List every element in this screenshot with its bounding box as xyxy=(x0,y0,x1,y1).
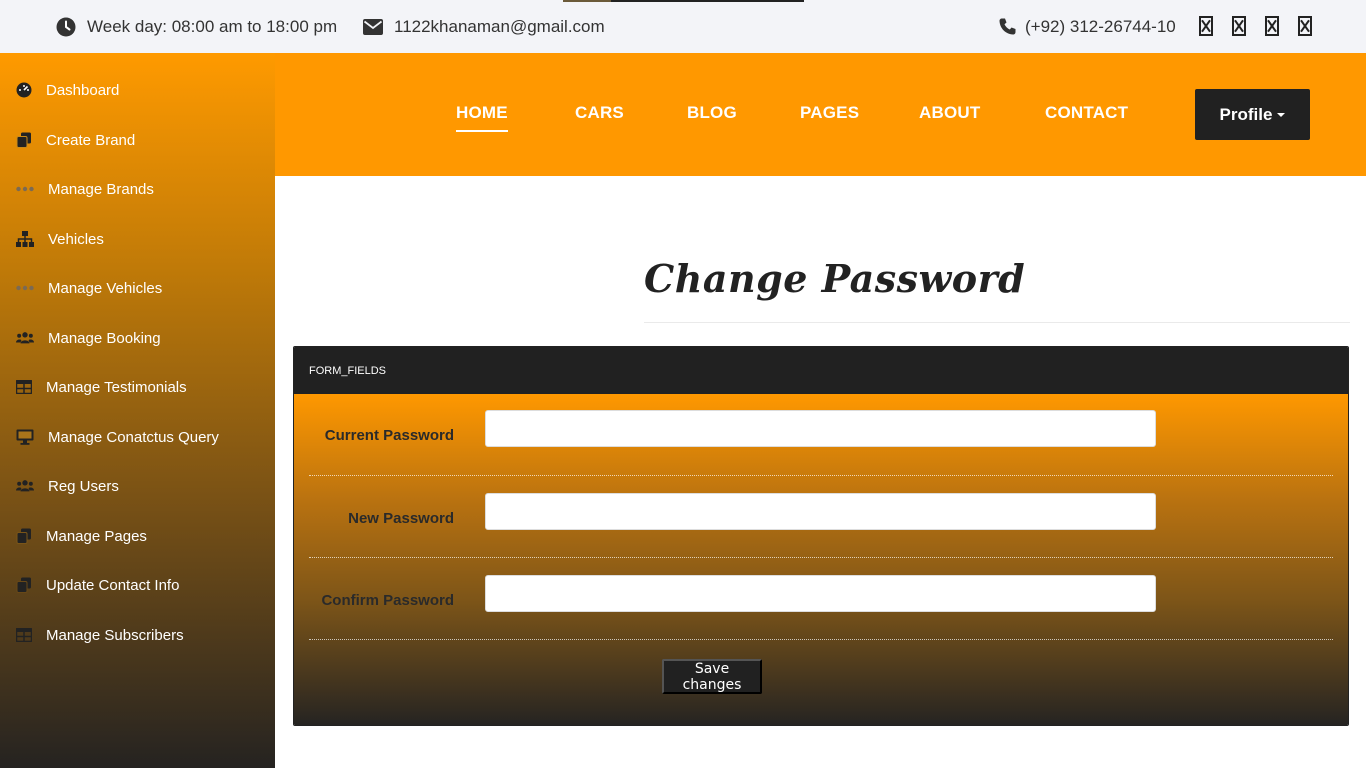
users-icon xyxy=(16,478,34,494)
change-password-panel: FORM_FIELDS Current Password New Passwor… xyxy=(293,346,1349,726)
sidebar-item-label: Manage Testimonials xyxy=(46,378,187,396)
caret-down-icon xyxy=(1277,112,1286,117)
copy-icon xyxy=(16,528,34,544)
email-text: 1122khanaman@gmail.com xyxy=(394,16,605,36)
copy-icon xyxy=(16,132,34,148)
sidebar-item-label: Manage Vehicles xyxy=(48,279,163,297)
copy-icon xyxy=(16,577,34,593)
sidebar-item-reg-users[interactable]: Reg Users xyxy=(16,475,119,497)
sidebar-item-label: Manage Brands xyxy=(48,180,154,198)
envelope-icon xyxy=(363,18,383,35)
sidebar-item-create-brand[interactable]: Create Brand xyxy=(16,129,135,151)
top-info-bar: Week day: 08:00 am to 18:00 pm 1122khana… xyxy=(0,0,1366,53)
table-icon xyxy=(16,379,34,395)
nav-link-blog[interactable]: BLOG xyxy=(687,103,737,123)
sidebar-item-label: Create Brand xyxy=(46,131,136,149)
table-icon xyxy=(16,627,34,643)
sidebar-item-manage-vehicles[interactable]: Manage Vehicles xyxy=(16,277,162,299)
nav-link-about[interactable]: ABOUT xyxy=(919,103,980,123)
form-row-confirm-password: Confirm Password xyxy=(309,558,1333,640)
users-icon xyxy=(16,330,34,346)
sidebar-item-manage-pages[interactable]: Manage Pages xyxy=(16,525,147,547)
change-password-form: Current Password New Password Confirm Pa… xyxy=(294,394,1348,725)
new-password-label: New Password xyxy=(348,510,454,527)
sidebar-item-manage-booking[interactable]: Manage Booking xyxy=(16,327,161,349)
phone-icon xyxy=(999,18,1016,35)
working-hours: Week day: 08:00 am to 18:00 pm xyxy=(56,0,337,53)
confirm-password-label: Confirm Password xyxy=(321,592,454,609)
page-title: Change Password xyxy=(644,256,1026,301)
profile-label: Profile xyxy=(1219,104,1273,124)
social-icon-4[interactable] xyxy=(1298,16,1312,36)
nav-link-contact[interactable]: CONTACT xyxy=(1045,103,1128,123)
sidebar-item-vehicles[interactable]: Vehicles xyxy=(16,228,104,250)
sidebar-item-manage-brands[interactable]: Manage Brands xyxy=(16,178,154,200)
sidebar-item-label: Manage Booking xyxy=(48,329,161,347)
dashboard-icon xyxy=(16,82,34,98)
sidebar-item-dashboard[interactable]: Dashboard xyxy=(16,79,119,101)
admin-sidebar: Dashboard Create Brand Manage Brands Veh… xyxy=(0,53,275,768)
nav-link-pages[interactable]: PAGES xyxy=(800,103,859,123)
confirm-password-input[interactable] xyxy=(485,575,1156,612)
desktop-icon xyxy=(16,429,34,445)
social-icon-3[interactable] xyxy=(1265,16,1279,36)
sidebar-item-label: Update Contact Info xyxy=(46,576,180,594)
profile-dropdown-button[interactable]: Profile xyxy=(1195,89,1310,140)
panel-heading-text: FORM_FIELDS xyxy=(309,364,387,377)
save-changes-button[interactable]: Save changes xyxy=(662,659,762,694)
current-password-label: Current Password xyxy=(324,427,454,444)
sidebar-item-label: Manage Pages xyxy=(46,527,147,545)
sidebar-item-manage-subscribers[interactable]: Manage Subscribers xyxy=(16,624,184,646)
social-icon-2[interactable] xyxy=(1232,16,1246,36)
sidebar-item-manage-contactus-query[interactable]: Manage Conatctus Query xyxy=(16,426,219,448)
contact-email[interactable]: 1122khanaman@gmail.com xyxy=(363,0,605,53)
clock-icon xyxy=(56,17,76,37)
nav-link-cars[interactable]: CARS xyxy=(575,103,624,123)
ellipsis-icon xyxy=(16,280,34,296)
main-header: HOME CARS BLOG PAGES ABOUT CONTACT Profi… xyxy=(275,53,1366,176)
panel-heading: FORM_FIELDS xyxy=(294,347,1348,394)
sidebar-item-label: Manage Subscribers xyxy=(46,626,184,644)
form-row-current-password: Current Password xyxy=(309,394,1333,476)
form-row-new-password: New Password xyxy=(309,476,1333,558)
phone-text: (+92) 312-26744-10 xyxy=(1025,16,1176,36)
ellipsis-icon xyxy=(16,181,34,197)
sidebar-item-update-contact-info[interactable]: Update Contact Info xyxy=(16,574,179,596)
nav-link-home[interactable]: HOME xyxy=(456,103,508,132)
sidebar-item-label: Dashboard xyxy=(46,81,120,99)
current-password-input[interactable] xyxy=(485,410,1156,447)
social-icon-1[interactable] xyxy=(1199,16,1213,36)
title-divider xyxy=(644,322,1350,323)
sidebar-item-manage-testimonials[interactable]: Manage Testimonials xyxy=(16,376,187,398)
sidebar-item-label: Manage Conatctus Query xyxy=(48,428,219,446)
sitemap-icon xyxy=(16,231,34,247)
new-password-input[interactable] xyxy=(485,493,1156,530)
sidebar-item-label: Vehicles xyxy=(48,230,104,248)
working-hours-text: Week day: 08:00 am to 18:00 pm xyxy=(87,16,338,36)
contact-phone[interactable]: (+92) 312-26744-10 xyxy=(999,0,1176,53)
sidebar-item-label: Reg Users xyxy=(48,477,119,495)
